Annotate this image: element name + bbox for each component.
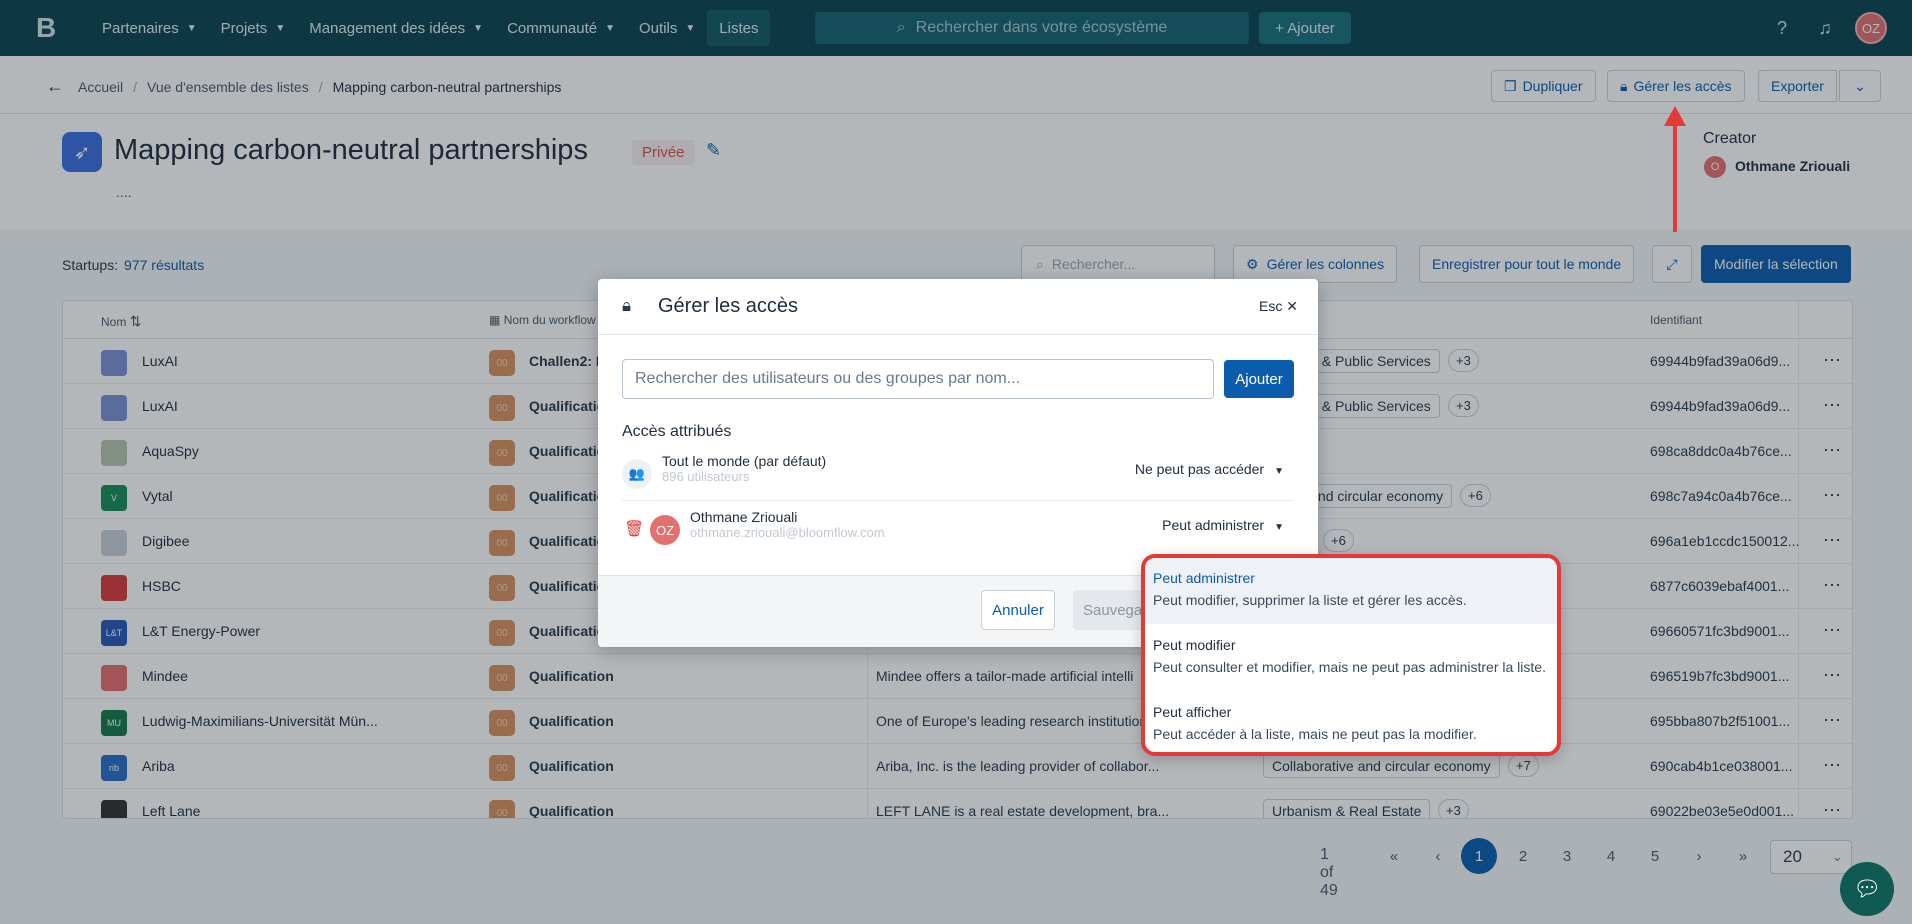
close-button[interactable]: Esc ✕ <box>1259 298 1298 315</box>
caret-down-icon: ▼ <box>1274 466 1284 477</box>
lock-icon: 🔒︎ <box>622 296 632 315</box>
role-option-edit[interactable]: Peut modifier Peut consulter et modifier… <box>1145 625 1557 691</box>
role-option-administer[interactable]: Peut administrer Peut modifier, supprime… <box>1145 558 1557 624</box>
role-dropdown-menu: Peut administrer Peut modifier, supprime… <box>1141 554 1561 756</box>
access-entry-everyone: 👥 Tout le monde (par défaut) 896 utilisa… <box>622 449 1294 501</box>
role-select[interactable]: Peut administrer ▼ <box>1162 517 1284 533</box>
close-icon: ✕ <box>1286 298 1298 314</box>
role-option-view[interactable]: Peut afficher Peut accéder à la liste, m… <box>1145 692 1557 752</box>
assigned-access-heading: Accès attribués <box>622 423 732 440</box>
annotation-arrow-shaft <box>1673 120 1677 232</box>
entry-subtitle: 896 utilisateurs <box>662 469 750 484</box>
role-select[interactable]: Ne peut pas accéder ▼ <box>1135 461 1284 477</box>
dialog-header: 🔒︎ Gérer les accès Esc ✕ <box>598 279 1318 335</box>
entry-name: Othmane Zriouali <box>690 509 798 525</box>
entry-name: Tout le monde (par défaut) <box>662 453 827 469</box>
user-avatar: OZ <box>650 515 680 545</box>
user-group-search-input[interactable]: Rechercher des utilisateurs ou des group… <box>622 359 1214 399</box>
entry-email: othmane.zriouali@bloomflow.com <box>690 525 885 540</box>
access-entry-user: 🗑︎ OZ Othmane Zriouali othmane.zriouali@… <box>622 505 1294 553</box>
add-user-button[interactable]: Ajouter <box>1224 360 1294 398</box>
dialog-title: Gérer les accès <box>658 295 799 317</box>
cancel-button[interactable]: Annuler <box>981 590 1055 630</box>
trash-icon[interactable]: 🗑︎ <box>624 519 644 539</box>
group-icon: 👥 <box>622 459 652 489</box>
chat-icon[interactable]: 💬︎ <box>1840 862 1894 916</box>
caret-down-icon: ▼ <box>1274 522 1284 533</box>
